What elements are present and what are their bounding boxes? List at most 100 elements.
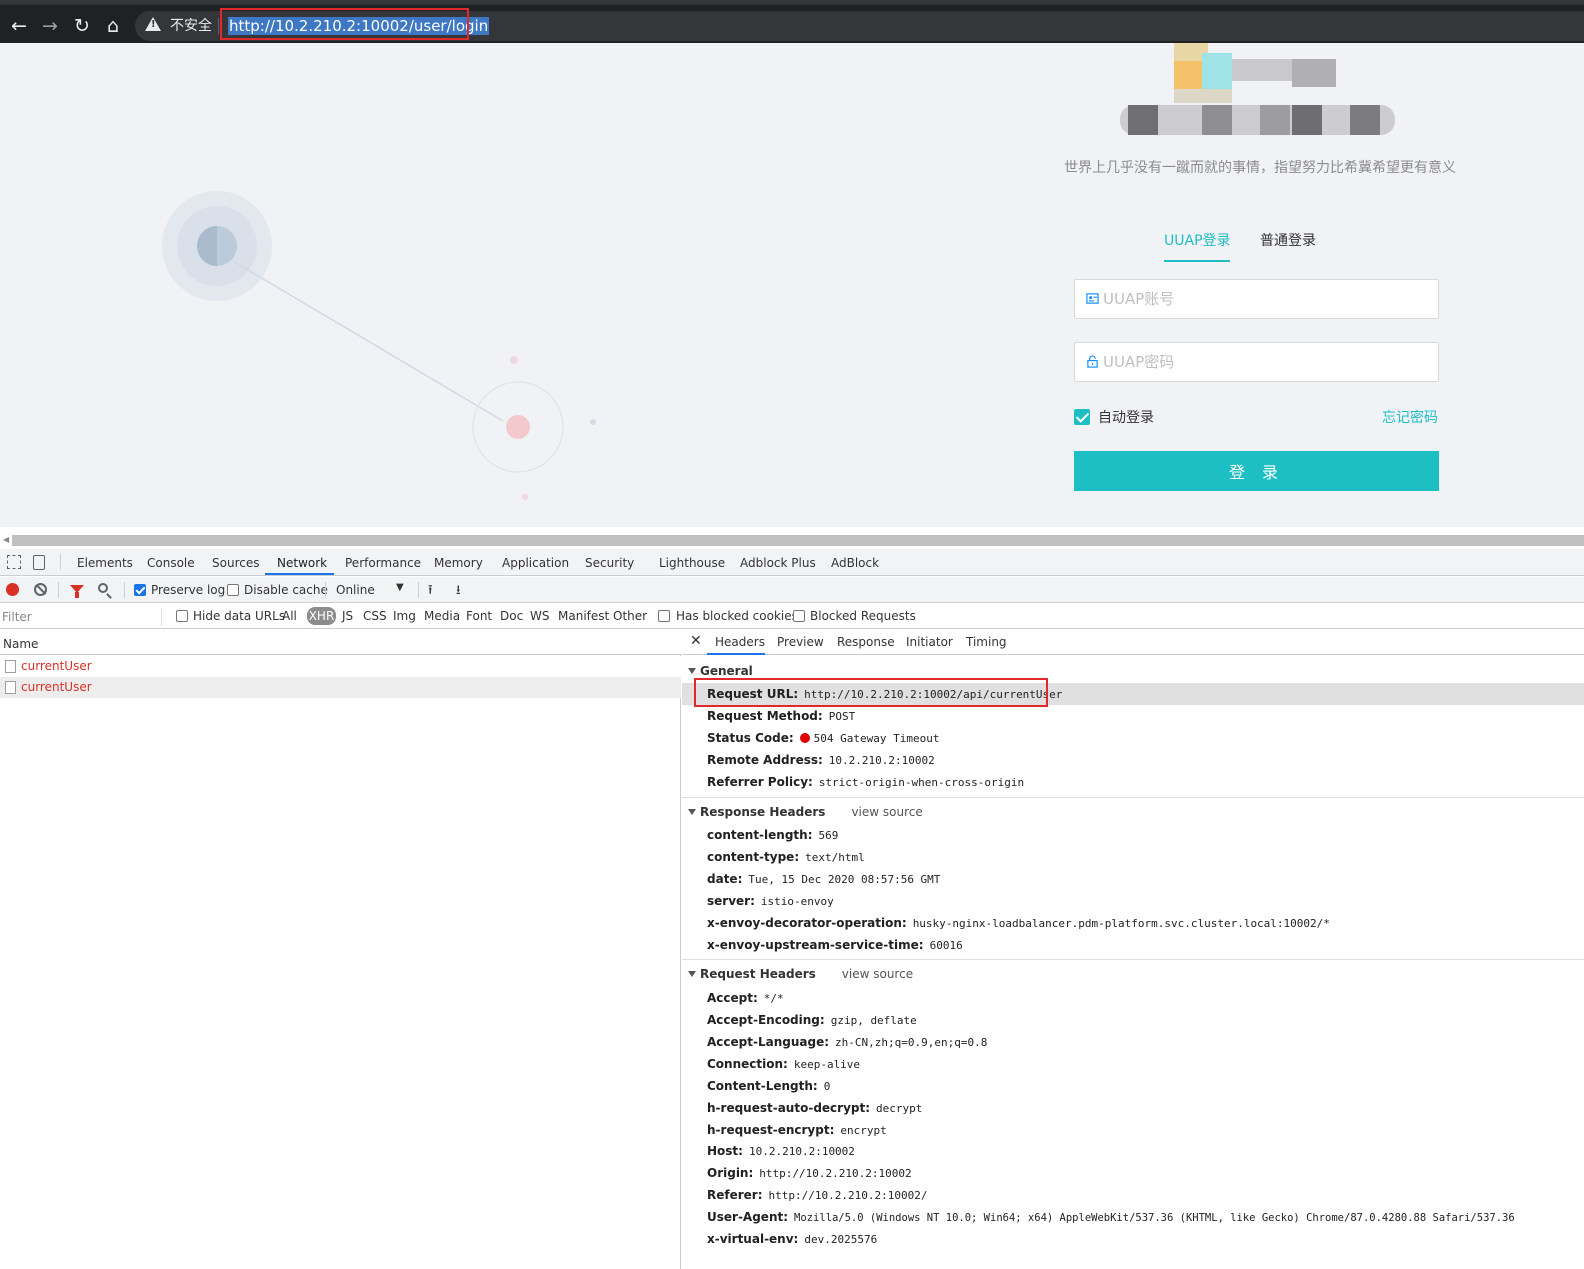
expand-triangle-icon[interactable] xyxy=(688,668,696,674)
export-har-icon[interactable]: ⭳ xyxy=(456,581,461,603)
header-value: Mozilla/5.0 (Windows NT 10.0; Win64; x64… xyxy=(794,1212,1515,1224)
device-toolbar-icon[interactable] xyxy=(33,555,45,570)
not-secure-label[interactable]: 不安全 xyxy=(170,17,212,35)
header-key: x-envoy-decorator-operation: xyxy=(707,916,907,930)
preserve-log-checkbox[interactable] xyxy=(134,584,146,596)
chevron-down-icon[interactable]: ▼ xyxy=(396,582,404,593)
password-field[interactable] xyxy=(1074,342,1439,382)
tab-initiator[interactable]: Initiator xyxy=(906,635,953,649)
header-key: Connection: xyxy=(707,1057,788,1071)
devtools-tabbar: Elements Console Sources Network Perform… xyxy=(0,549,1584,576)
view-source-link[interactable]: view source xyxy=(851,805,922,819)
filter-type-xhr[interactable]: XHR xyxy=(307,607,336,625)
tab-network[interactable]: Network xyxy=(277,556,327,570)
scrollbar-thumb[interactable] xyxy=(12,535,1584,546)
tab-application[interactable]: Application xyxy=(502,556,569,570)
tab-response[interactable]: Response xyxy=(837,635,895,649)
filter-type-img[interactable]: Img xyxy=(393,609,416,623)
name-column-header[interactable]: Name xyxy=(0,630,681,655)
header-row: content-type: text/html xyxy=(707,850,865,864)
filter-input[interactable] xyxy=(2,608,162,626)
filter-type-js[interactable]: JS xyxy=(342,609,353,623)
auto-login-checkbox[interactable] xyxy=(1074,409,1090,425)
blocked-requests-label[interactable]: Blocked Requests xyxy=(810,609,916,623)
close-icon[interactable]: ✕ xyxy=(690,633,702,649)
preserve-log-label[interactable]: Preserve log xyxy=(151,583,225,597)
blocked-requests-checkbox[interactable] xyxy=(793,610,805,622)
view-source-link[interactable]: view source xyxy=(842,967,913,981)
tab-lighthouse[interactable]: Lighthouse xyxy=(659,556,725,570)
back-icon[interactable]: ← xyxy=(6,13,32,39)
header-value: 0 xyxy=(823,1080,831,1093)
header-key: content-length: xyxy=(707,828,813,842)
filter-type-css[interactable]: CSS xyxy=(363,609,387,623)
import-har-icon[interactable]: ⭱ xyxy=(428,581,433,603)
tab-memory[interactable]: Memory xyxy=(434,556,483,570)
tab-headers[interactable]: Headers xyxy=(715,635,765,649)
page-viewport: 世界上几乎没有一蹴而就的事情，指望努力比希冀希望更有意义 UUAP登录 普通登录… xyxy=(0,43,1584,527)
tab-performance[interactable]: Performance xyxy=(345,556,421,570)
response-headers-section-header[interactable]: Response Headers view source xyxy=(688,805,923,819)
hide-data-urls-checkbox[interactable] xyxy=(176,610,188,622)
header-row: h-request-auto-decrypt: decrypt xyxy=(707,1101,922,1115)
tab-adblock[interactable]: AdBlock xyxy=(831,556,879,570)
header-key: h-request-auto-decrypt: xyxy=(707,1101,871,1115)
general-section-header[interactable]: General xyxy=(688,664,753,678)
filter-icon[interactable] xyxy=(70,585,84,598)
request-headers-section-header[interactable]: Request Headers view source xyxy=(688,967,913,981)
filter-type-media[interactable]: Media xyxy=(424,609,460,623)
scroll-left-icon[interactable]: ◀ xyxy=(3,535,9,544)
filter-type-all[interactable]: All xyxy=(282,609,297,623)
filter-type-manifest[interactable]: Manifest xyxy=(558,609,609,623)
home-icon[interactable]: ⌂ xyxy=(100,13,126,39)
search-icon[interactable] xyxy=(98,583,108,593)
devtools-panel: Elements Console Sources Network Perform… xyxy=(0,549,1584,1269)
name-header-label[interactable]: Name xyxy=(3,637,38,651)
account-field[interactable] xyxy=(1074,279,1439,319)
reload-icon[interactable]: ↻ xyxy=(69,13,95,39)
tab-adblock-plus[interactable]: Adblock Plus xyxy=(740,556,816,570)
header-value: POST xyxy=(828,710,856,723)
header-key: Content-Length: xyxy=(707,1079,818,1093)
forgot-password-link[interactable]: 忘记密码 xyxy=(1382,407,1438,427)
account-input[interactable] xyxy=(1103,288,1423,310)
header-value: Tue, 15 Dec 2020 08:57:56 GMT xyxy=(748,873,941,886)
record-icon[interactable] xyxy=(6,583,19,596)
disable-cache-checkbox[interactable] xyxy=(227,584,239,596)
header-value: http://10.2.210.2:10002/ xyxy=(768,1189,928,1202)
forward-icon[interactable]: → xyxy=(37,13,63,39)
blocked-cookies-checkbox[interactable] xyxy=(658,610,670,622)
tab-uuap-login[interactable]: UUAP登录 xyxy=(1164,232,1231,250)
warning-icon[interactable] xyxy=(145,17,161,31)
toolbar-divider xyxy=(325,582,326,598)
filter-type-ws[interactable]: WS xyxy=(530,609,549,623)
header-key: Host: xyxy=(707,1144,743,1158)
auto-login-label[interactable]: 自动登录 xyxy=(1098,407,1154,427)
tab-preview[interactable]: Preview xyxy=(777,635,824,649)
expand-triangle-icon[interactable] xyxy=(688,809,696,815)
expand-triangle-icon[interactable] xyxy=(688,971,696,977)
filter-type-doc[interactable]: Doc xyxy=(500,609,523,623)
login-button[interactable]: 登 录 xyxy=(1074,451,1439,491)
table-row[interactable]: currentUser xyxy=(0,677,681,698)
tab-console[interactable]: Console xyxy=(147,556,195,570)
hide-data-urls-label[interactable]: Hide data URLs xyxy=(193,609,285,623)
horizontal-scrollbar[interactable]: ◀ xyxy=(0,527,1584,549)
inspect-element-icon[interactable] xyxy=(7,555,21,569)
disable-cache-label[interactable]: Disable cache xyxy=(244,583,328,597)
tab-timing[interactable]: Timing xyxy=(966,635,1007,649)
clear-icon[interactable] xyxy=(34,583,47,596)
request-name[interactable]: currentUser xyxy=(21,680,92,694)
tab-sources[interactable]: Sources xyxy=(212,556,259,570)
tab-normal-login[interactable]: 普通登录 xyxy=(1260,232,1316,250)
filter-type-other[interactable]: Other xyxy=(613,609,647,623)
tab-security[interactable]: Security xyxy=(585,556,634,570)
blocked-cookies-label[interactable]: Has blocked cookies xyxy=(676,609,798,623)
request-name[interactable]: currentUser xyxy=(21,659,92,673)
tab-elements[interactable]: Elements xyxy=(77,556,133,570)
password-input[interactable] xyxy=(1103,351,1423,373)
table-row[interactable]: currentUser xyxy=(0,656,681,677)
filter-type-font[interactable]: Font xyxy=(466,609,492,623)
throttle-select[interactable]: Online xyxy=(336,583,375,597)
id-card-icon xyxy=(1086,293,1099,304)
